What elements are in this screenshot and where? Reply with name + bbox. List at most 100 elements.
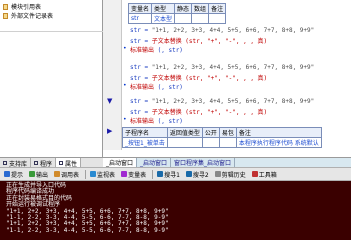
table-cell[interactable]: _按钮1_被单击 (122, 137, 168, 148)
search-icon (157, 171, 164, 177)
tab-label: 剪辑历史 (221, 171, 246, 179)
bullet-icon: • (123, 116, 127, 123)
editor-tabs: _启动窗口 _启动窗口 窗口程序集_启动窗口 (103, 157, 351, 167)
divider (0, 31, 103, 32)
program-icon (34, 161, 39, 165)
project-tree-panel: 模块引用表 外部文件记录表 (0, 0, 103, 157)
tab-label: 搜寻1 (164, 171, 180, 179)
code-value: "1+1, 2+2, 3+3, 4+4, 5+5, 6+6, 7+7, 8+8,… (151, 98, 315, 105)
tab-label: 窗口程序集_启动窗口 (174, 160, 232, 167)
code-line[interactable]: str = "1+1, 2+2, 3+3, 4+4, 5+5, 6+6, 7+7… (130, 64, 314, 71)
code-line[interactable]: str = 子文本替换 (str, "+", "-", , , 真) (130, 73, 267, 82)
table-header-cell: 类型 (151, 3, 176, 14)
tab-info[interactable]: 提示 (2, 169, 25, 179)
code-variable: str (130, 75, 141, 82)
code-value: , str) (161, 118, 183, 125)
code-editor[interactable]: 变量名 类型 静态 数组 备注 str 文本型 str = "1+1, 2+2,… (122, 0, 351, 150)
code-function: 标准输出 (130, 84, 155, 91)
tree-item-module-reference[interactable]: 模块引用表 (3, 2, 41, 11)
code-value: , str) (161, 47, 183, 54)
code-variable: str (130, 64, 141, 71)
table-cell[interactable]: 文本型 (151, 13, 176, 24)
tree-item-label: 模块引用表 (11, 4, 42, 11)
table-cell[interactable] (208, 13, 227, 24)
bullet-icon: • (123, 45, 127, 52)
table-header-cell: 数组 (191, 3, 210, 14)
watch-icon (90, 171, 97, 177)
code-value: 子文本替换 (str, "+", "-", , , 真) (151, 75, 268, 82)
tab-toolbox[interactable]: 工具箱 (250, 169, 279, 179)
bullet-icon: • (123, 82, 127, 89)
tab-search-2[interactable]: 搜寻2 (184, 169, 211, 179)
code-function: 标准输出 (130, 47, 155, 54)
table-cell[interactable] (201, 137, 220, 148)
tab-label: 变量表 (128, 171, 147, 179)
code-line[interactable]: str = "1+1, 2+2, 3+3, 4+4, 5+5, 6+6, 7+7… (130, 98, 314, 105)
code-function: 标准输出 (130, 118, 155, 125)
code-line[interactable]: • 标准输出 (, str) (123, 82, 183, 91)
code-variable: str (130, 27, 141, 34)
tab-label: 输出 (36, 171, 49, 179)
code-value: 子文本替换 (str, "+", "-", , , 真) (151, 109, 268, 116)
variable-icon (121, 171, 128, 177)
tab-label: _启动窗口 (106, 160, 134, 167)
table-header-cell: 静态 (174, 3, 193, 14)
output-panel[interactable]: 正在生成并导入口代码 程序代码编译成功 正在封装易格式目的代码 开始运行被调试程… (0, 181, 351, 240)
table-header-cell: 变量名 (127, 3, 153, 14)
breakpoint-arrow-icon: ▼ (107, 97, 113, 105)
table-cell[interactable]: 本程序执行程序代码 系统默认 (235, 137, 322, 148)
tab-variables[interactable]: 变量表 (119, 169, 148, 179)
editor-gutter[interactable]: ▼ ▶ (103, 0, 122, 150)
output-line: "1-1, 2-2, 3-3, 4-4, 5-5, 6-6, 7-7, 8-8,… (6, 226, 169, 234)
library-icon (3, 161, 7, 165)
tab-label: 搜寻2 (192, 171, 209, 179)
table-header-cell: 子程序名 (122, 127, 168, 138)
tab-label: 提示 (11, 171, 24, 179)
table-cell[interactable] (166, 137, 203, 148)
folder-icon (3, 3, 8, 10)
code-value: "1+1, 2+2, 3+3, 4+4, 5+5, 6+6, 7+7, 8+8,… (151, 27, 315, 34)
info-icon (4, 171, 10, 177)
table-cell[interactable] (218, 137, 237, 148)
code-value: , str) (161, 84, 183, 91)
tab-startup-window-2[interactable]: _启动窗口 (137, 158, 172, 167)
code-variable: str (130, 38, 141, 45)
table-header-cell: 返回值类型 (166, 127, 203, 138)
code-variable: str (130, 109, 141, 116)
code-operator: = (140, 64, 152, 71)
output-icon (29, 171, 36, 177)
clipboard-icon (214, 171, 221, 177)
tab-window-program-set[interactable]: 窗口程序集_启动窗口 (171, 158, 236, 167)
tab-startup-window[interactable]: _启动窗口 (103, 158, 138, 167)
tree-item-label: 外部文件记录表 (11, 13, 54, 20)
code-operator: = (140, 38, 152, 45)
toolbox-icon (251, 171, 258, 177)
tab-clip-history[interactable]: 剪辑历史 (213, 169, 248, 179)
tab-label: 监视表 (97, 171, 116, 179)
code-line[interactable]: • 标准输出 (, str) (123, 116, 183, 125)
table-header-cell: 备注 (208, 3, 227, 14)
table-cell[interactable]: str (127, 13, 153, 24)
tab-label: _启动窗口 (140, 160, 168, 167)
tab-search-1[interactable]: 搜寻1 (155, 169, 182, 179)
code-line[interactable]: str = 子文本替换 (str, "+", "-", , , 真) (130, 36, 267, 45)
table-cell[interactable] (174, 13, 193, 24)
tab-label: 工具箱 (258, 171, 277, 179)
table-header-cell: 易包 (218, 127, 237, 138)
tab-watch[interactable]: 监视表 (88, 169, 117, 179)
table-cell[interactable] (191, 13, 210, 24)
tab-label: 调用表 (61, 171, 80, 179)
code-line[interactable]: • 标准输出 (, str) (123, 45, 183, 54)
tree-item-external-files[interactable]: 外部文件记录表 (3, 11, 53, 20)
code-value: "1+1, 2+2, 3+3, 4+4, 5+5, 6+6, 7+7, 8+8,… (151, 64, 315, 71)
variable-table: 变量名 类型 静态 数组 备注 str 文本型 (127, 3, 227, 24)
output-toolbar: 提示 输出 调用表 监视表 变量表 搜寻1 搜寻2 剪辑历史 工具箱 (0, 167, 351, 181)
code-value: 子文本替换 (str, "+", "-", , , 真) (151, 38, 268, 45)
separator (85, 169, 87, 179)
code-line[interactable]: str = "1+1, 2+2, 3+3, 4+4, 5+5, 6+6, 7+7… (130, 27, 314, 34)
search-icon (185, 171, 192, 177)
code-line[interactable]: str = 子文本替换 (str, "+", "-", , , 真) (130, 107, 267, 116)
tab-call-table[interactable]: 调用表 (52, 169, 81, 179)
table-header-cell: 备注 (235, 127, 322, 138)
tab-output[interactable]: 输出 (27, 169, 50, 179)
